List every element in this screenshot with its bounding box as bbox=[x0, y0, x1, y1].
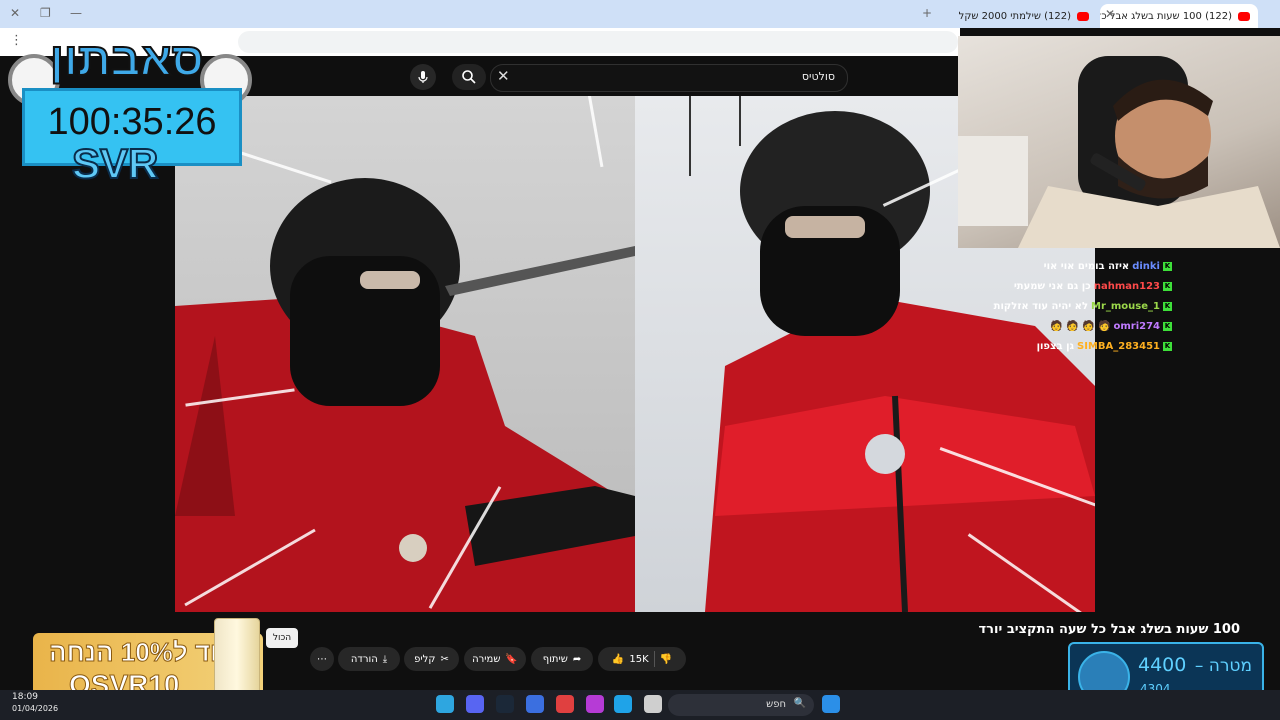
save-label: שמירה bbox=[472, 653, 501, 665]
chat-text: כן גם אני שמעתי bbox=[1013, 280, 1091, 292]
download-button[interactable]: ⤓ הורדה bbox=[338, 647, 400, 671]
youtube-icon bbox=[1238, 11, 1250, 21]
channel-tag: SVR bbox=[71, 139, 159, 188]
clip-label: קליפ bbox=[414, 653, 436, 665]
streamer-image bbox=[958, 56, 1280, 248]
kick-badge-icon: K bbox=[1163, 301, 1172, 311]
subathon-timer: 100:35:26 bbox=[47, 101, 217, 143]
close-tab-icon[interactable]: ✕ bbox=[1105, 7, 1115, 21]
chat-username[interactable]: omri274 bbox=[1113, 321, 1160, 332]
discord-icon[interactable] bbox=[466, 695, 484, 713]
download-label: הורדה bbox=[350, 653, 378, 665]
chat-username[interactable]: nahman123 bbox=[1094, 281, 1160, 292]
chat-message: K SIMBA_283451 גן בצפון bbox=[972, 336, 1172, 356]
video-frame-left bbox=[175, 96, 635, 612]
kick-badge-icon: K bbox=[1163, 281, 1172, 291]
chat-message: K 1_Mr_mouse לא יהיה עוד אזלקות bbox=[972, 296, 1172, 316]
chat-message: K omri274 🧑 🧑 🧑 🧑 bbox=[972, 316, 1172, 336]
app-icon[interactable] bbox=[556, 695, 574, 713]
search-icon bbox=[462, 70, 476, 84]
share-button[interactable]: ➦ שיתוף bbox=[531, 647, 593, 671]
download-icon: ⤓ bbox=[382, 653, 388, 665]
telegram-icon[interactable] bbox=[436, 695, 454, 713]
url-field[interactable] bbox=[238, 31, 958, 53]
notepad-icon[interactable] bbox=[526, 695, 544, 713]
tab-2[interactable]: (122) שילמתי 2000 שקל לגופיי bbox=[955, 4, 1097, 28]
skier-left-image bbox=[175, 178, 635, 612]
voice-search-button[interactable] bbox=[410, 64, 436, 90]
divider bbox=[653, 651, 655, 667]
windows-taskbar bbox=[0, 690, 1280, 720]
chat-username[interactable]: SIMBA_283451 bbox=[1077, 341, 1160, 352]
video-player[interactable] bbox=[175, 96, 1095, 612]
taskbar-time[interactable]: 18:09 bbox=[12, 692, 38, 702]
minimize-window-icon[interactable]: — bbox=[70, 6, 82, 20]
emote-icons: 🧑 🧑 🧑 🧑 bbox=[1050, 320, 1111, 332]
search-button[interactable] bbox=[452, 64, 486, 90]
goal-target: 4400 bbox=[1138, 654, 1187, 676]
kick-badge-icon: K bbox=[1163, 261, 1172, 271]
dislike-icon[interactable]: 👎 bbox=[660, 654, 672, 665]
like-dislike-group: 👎 15K 👍 bbox=[598, 647, 686, 671]
tab-1-title: (122) 100 שעות בשלג אבל כל ש bbox=[1100, 10, 1232, 22]
streamer-webcam bbox=[958, 36, 1280, 248]
promo-text: קוד ל10% הנחה bbox=[49, 637, 236, 668]
scissors-icon: ✂ bbox=[440, 653, 449, 665]
clear-search-icon[interactable]: ✕ bbox=[497, 67, 510, 85]
youtube-icon bbox=[1077, 11, 1089, 21]
chat-text: איזה בומים אוי אוי bbox=[1043, 260, 1130, 272]
taskbar-search[interactable]: 🔍 חפש bbox=[668, 694, 814, 716]
taskbar-search-placeholder: חפש bbox=[766, 699, 786, 710]
live-chat: K dinki איזה בומים אוי אוי K nahman123 כ… bbox=[972, 256, 1172, 356]
tab-1-active[interactable]: (122) 100 שעות בשלג אבל כל ש bbox=[1100, 4, 1258, 28]
goal-label: מטרה – bbox=[1194, 656, 1252, 676]
like-icon[interactable]: 👍 bbox=[612, 654, 624, 665]
chat-username[interactable]: dinki bbox=[1132, 261, 1160, 272]
restore-window-icon[interactable]: ❐ bbox=[40, 6, 51, 20]
chrome-icon[interactable] bbox=[614, 695, 632, 713]
subathon-logo: סאבתון bbox=[49, 32, 205, 86]
kick-badge-icon: K bbox=[1163, 321, 1172, 331]
taskbar-date[interactable]: 01/04/2026 bbox=[12, 704, 58, 713]
chat-username[interactable]: 1_Mr_mouse bbox=[1091, 301, 1160, 312]
clip-button[interactable]: ✂ קליפ bbox=[404, 647, 459, 671]
app-icon[interactable] bbox=[586, 695, 604, 713]
all-tooltip[interactable]: הכול bbox=[266, 628, 298, 648]
like-count: 15K bbox=[629, 653, 649, 665]
search-input[interactable]: סולטיס ✕ bbox=[490, 64, 848, 92]
more-dots-icon: ⋯ bbox=[317, 653, 327, 665]
menu-dots-icon[interactable]: ⋮ bbox=[10, 33, 23, 48]
bookmark-icon: 🔖 bbox=[505, 653, 518, 665]
steam-icon[interactable] bbox=[496, 695, 514, 713]
more-actions-button[interactable]: ⋯ bbox=[310, 647, 334, 671]
video-title: 100 שעות בשלג אבל כל שעה התקציב יורד bbox=[978, 622, 1240, 637]
new-tab-icon[interactable]: + bbox=[922, 6, 932, 20]
tab-2-title: (122) שילמתי 2000 שקל לגופיי bbox=[955, 10, 1071, 22]
share-label: שיתוף bbox=[542, 653, 568, 665]
microphone-icon bbox=[418, 71, 428, 83]
search-query: סולטיס bbox=[801, 70, 835, 83]
chat-message: K dinki איזה בומים אוי אוי bbox=[972, 256, 1172, 276]
close-window-icon[interactable]: ✕ bbox=[10, 6, 20, 20]
file-explorer-icon[interactable] bbox=[644, 695, 662, 713]
share-icon: ➦ bbox=[572, 653, 582, 665]
search-icon: 🔍 bbox=[793, 698, 806, 709]
save-button[interactable]: 🔖 שמירה bbox=[464, 647, 526, 671]
windows-start-icon[interactable] bbox=[822, 695, 840, 713]
browser-tab-bar: ✕ ❐ — + (122) שילמתי 2000 שקל לגופיי (12… bbox=[0, 0, 1280, 28]
chat-text: לא יהיה עוד אזלקות bbox=[993, 300, 1088, 312]
chat-message: K nahman123 כן גם אני שמעתי bbox=[972, 276, 1172, 296]
kick-badge-icon: K bbox=[1163, 341, 1172, 351]
chat-text: גן בצפון bbox=[1036, 340, 1075, 352]
